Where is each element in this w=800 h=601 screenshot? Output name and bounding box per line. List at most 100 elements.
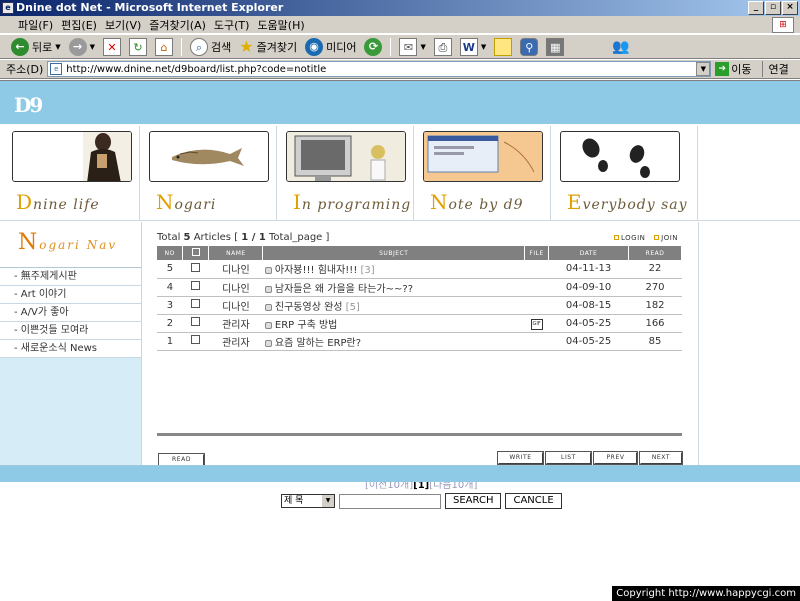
row-author[interactable]: 디나인 <box>208 296 263 315</box>
links-button[interactable]: 연결 <box>761 61 789 77</box>
contacts-button[interactable]: 👥 <box>609 36 632 58</box>
search-submit-button[interactable]: SEARCH <box>445 493 502 509</box>
menu-file[interactable]: 파일(F) <box>14 17 57 33</box>
row-subject-link[interactable]: 친구동영상 완성 <box>275 302 343 313</box>
discuss-button[interactable] <box>491 36 515 58</box>
search-button[interactable]: ⌕ 검색 <box>187 36 234 58</box>
home-button[interactable]: ⌂ <box>152 36 176 58</box>
login-link[interactable]: LOGIN <box>621 234 645 242</box>
board-summary: Total 5 Articles [ 1 / 1 Total_page ] <box>157 232 330 243</box>
nav-item-nogari[interactable]: Nogari <box>140 126 277 221</box>
messenger-button[interactable]: ⚲ <box>517 36 541 58</box>
back-button[interactable]: ← 뒤로 ▼ <box>8 36 64 58</box>
copyright-text[interactable]: Copyright http://www.happycgi.com <box>612 586 800 601</box>
chevron-down-icon: ▼ <box>480 42 487 51</box>
select-all-checkbox[interactable] <box>191 248 200 256</box>
row-file <box>524 296 549 315</box>
row-author[interactable]: 관리자 <box>208 314 263 333</box>
go-button[interactable]: ➔ 이동 <box>715 61 752 77</box>
monitor-photo-icon <box>287 132 405 181</box>
row-read-count: 85 <box>628 332 682 351</box>
favorites-button[interactable]: ★ 즐겨찾기 <box>236 36 300 58</box>
mail-button[interactable]: ✉ ▼ <box>396 36 428 58</box>
refresh-button[interactable]: ↻ <box>126 36 150 58</box>
sidebar-item-news[interactable]: - 새로운소식 News <box>0 340 141 358</box>
bullet-icon <box>654 235 660 240</box>
note-icon <box>494 37 513 56</box>
tools-icon: ▦ <box>546 37 565 56</box>
menu-edit[interactable]: 편집(E) <box>57 17 101 33</box>
nav-item-programing[interactable]: In programing <box>277 126 414 221</box>
toolbar-separator <box>181 37 183 56</box>
menu-favorites[interactable]: 즐겨찾기(A) <box>145 17 210 33</box>
row-checkbox[interactable] <box>191 335 201 344</box>
nav-item-note[interactable]: Note by d9 <box>414 126 551 221</box>
row-author[interactable]: 디나인 <box>208 278 263 297</box>
join-link[interactable]: JOIN <box>661 234 678 242</box>
row-subject-link[interactable]: 요즘 말하는 ERP란? <box>275 338 361 349</box>
media-button[interactable]: ◉ 미디어 <box>302 36 359 58</box>
restore-button[interactable]: ▫ <box>765 1 781 15</box>
screenshot-photo-icon <box>424 132 542 181</box>
row-no: 2 <box>157 314 183 333</box>
nav-item-everybody-say[interactable]: Everybody say <box>551 126 698 221</box>
row-checkbox[interactable] <box>191 262 201 272</box>
auth-links: LOGIN JOIN <box>608 234 678 242</box>
close-button[interactable]: × <box>782 1 798 15</box>
board-content: Total 5 Articles [ 1 / 1 Total_page ] LO… <box>143 222 698 509</box>
post-bullet-icon <box>264 285 272 293</box>
window-titlebar[interactable]: e Dnine dot Net - Microsoft Internet Exp… <box>0 0 800 16</box>
column-header-name: NAME <box>208 246 264 260</box>
history-icon: ⟳ <box>364 37 383 56</box>
row-file <box>524 332 549 351</box>
forward-button[interactable]: → ▼ <box>66 36 98 58</box>
row-checkbox[interactable] <box>191 299 201 308</box>
research-button[interactable]: ▦ <box>543 36 567 58</box>
prev-button[interactable]: PREV <box>593 451 638 465</box>
word-icon: W <box>459 37 478 56</box>
row-author[interactable]: 관리자 <box>208 332 263 351</box>
row-subject-link[interactable]: 아자뵹!!! 힘내자!!! <box>275 265 357 276</box>
edit-button[interactable]: W ▼ <box>457 36 489 58</box>
sidebar-item-art[interactable]: - Art 이야기 <box>0 286 141 304</box>
menu-help[interactable]: 도움말(H) <box>253 17 308 33</box>
site-header-band: D9 <box>0 81 800 124</box>
column-header-select[interactable] <box>182 246 210 260</box>
sidebar-item-pretty[interactable]: - 이쁜것들 모여라 <box>0 322 141 340</box>
row-subject-link[interactable]: ERP 구축 방법 <box>275 320 337 331</box>
ie-icon: e <box>2 2 14 14</box>
list-button[interactable]: LIST <box>545 451 592 465</box>
row-read-count: 166 <box>628 314 682 333</box>
url-input[interactable]: e http://www.dnine.net/d9board/list.php?… <box>47 61 712 77</box>
print-button[interactable]: ⎙ <box>431 36 455 58</box>
gif-file-icon[interactable]: GIF <box>530 318 543 330</box>
menu-view[interactable]: 보기(V) <box>101 17 145 33</box>
chevron-down-icon[interactable]: ▼ <box>696 62 711 76</box>
nav-item-dnine-life[interactable]: Dnine life <box>0 126 140 221</box>
search-cancel-button[interactable]: CANCLE <box>505 493 562 509</box>
messenger-icon: ⚲ <box>520 37 539 56</box>
minimize-button[interactable]: _ <box>748 1 764 15</box>
menu-tools[interactable]: 도구(T) <box>210 17 254 33</box>
table-header-row: NO NAME SUBJECT FILE DATE READ <box>157 246 682 260</box>
next-button[interactable]: NEXT <box>639 451 683 465</box>
sidebar-item-free-board[interactable]: - 無주제게시판 <box>0 268 141 286</box>
search-field-select[interactable]: 제 목 ▼ <box>281 494 335 508</box>
row-author[interactable]: 디나인 <box>208 260 263 279</box>
column-header-file: FILE <box>524 246 550 260</box>
table-row: 5 디나인 아자뵹!!! 힘내자!!! [3] 04-11-13 22 <box>157 260 682 279</box>
row-subject-link[interactable]: 남자들은 왜 가을을 타는가~~?? <box>275 284 413 295</box>
nav-thumbnail <box>12 131 132 182</box>
row-checkbox[interactable] <box>191 281 201 290</box>
search-input[interactable] <box>339 493 441 509</box>
site-logo[interactable]: D9 <box>14 93 43 117</box>
write-button[interactable]: WRITE <box>497 451 544 465</box>
history-button[interactable]: ⟳ <box>361 36 385 58</box>
address-label: 주소(D) <box>6 63 44 76</box>
post-bullet-icon <box>264 339 272 347</box>
row-date: 04-11-13 <box>548 260 629 279</box>
stop-button[interactable]: ✕ <box>100 36 124 58</box>
sidebar-item-av[interactable]: - A/V가 좋아 <box>0 304 141 322</box>
person-photo-icon <box>13 132 131 181</box>
row-checkbox[interactable] <box>191 317 201 326</box>
